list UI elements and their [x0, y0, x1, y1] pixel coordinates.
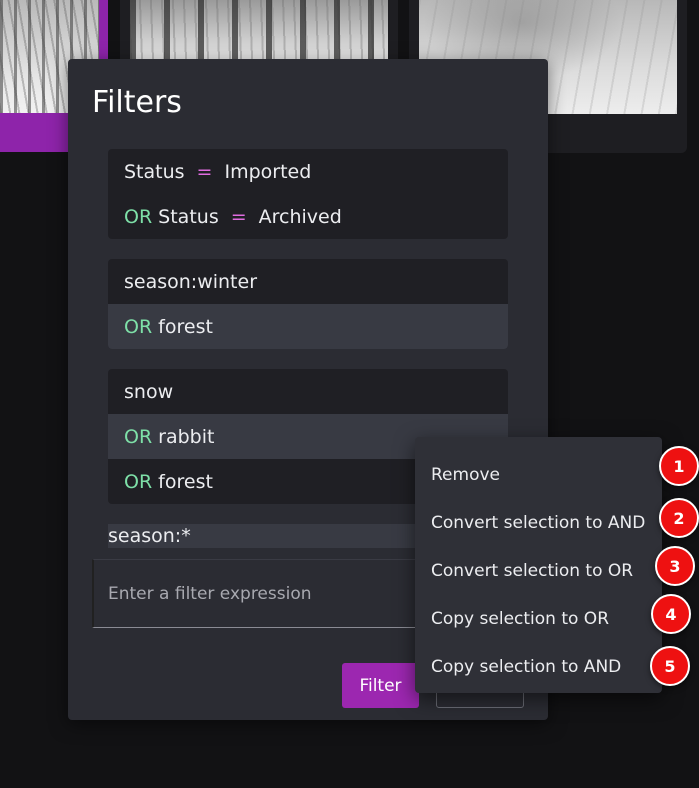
filter-value: Archived: [258, 205, 342, 228]
annotation-badge-1: 1: [659, 446, 699, 486]
menu-item-convert-to-and[interactable]: Convert selection to AND: [415, 499, 662, 547]
filter-expression-input[interactable]: [92, 559, 422, 628]
filter-group-1: Status = Imported OR Status = Archived: [108, 149, 508, 239]
or-operator: OR: [124, 470, 153, 493]
filter-field: Status: [158, 205, 219, 228]
or-operator: OR: [124, 205, 153, 228]
filter-field: Status: [124, 160, 185, 183]
filter-row[interactable]: Status = Imported: [108, 149, 508, 194]
filter-term: forest: [158, 315, 213, 338]
filter-term: rabbit: [158, 425, 215, 448]
annotation-badge-2: 2: [659, 498, 699, 538]
pending-expression[interactable]: season:*: [108, 524, 418, 548]
menu-item-copy-to-or[interactable]: Copy selection to OR: [415, 595, 662, 643]
filter-button[interactable]: Filter: [342, 663, 419, 708]
annotation-badge-3: 3: [655, 546, 695, 586]
filter-row[interactable]: OR Status = Archived: [108, 194, 508, 239]
dialog-title: Filters: [92, 85, 182, 120]
filter-term: snow: [124, 380, 174, 403]
filter-row[interactable]: season:winter: [108, 259, 508, 304]
or-operator: OR: [124, 425, 153, 448]
equals-operator: =: [230, 205, 247, 228]
filter-term: season:winter: [124, 270, 258, 293]
filter-term: forest: [158, 470, 213, 493]
menu-item-copy-to-and[interactable]: Copy selection to AND: [415, 643, 662, 691]
menu-item-remove[interactable]: Remove: [415, 451, 662, 499]
annotation-badge-4: 4: [651, 594, 691, 634]
annotation-badge-5: 5: [650, 646, 690, 686]
context-menu: Remove Convert selection to AND Convert …: [415, 437, 662, 693]
gallery-photo-2: [130, 0, 388, 60]
filter-row[interactable]: snow: [108, 369, 508, 414]
equals-operator: =: [196, 160, 213, 183]
menu-item-convert-to-or[interactable]: Convert selection to OR: [415, 547, 662, 595]
filter-value: Imported: [224, 160, 312, 183]
or-operator: OR: [124, 315, 153, 338]
filter-group-2: season:winter OR forest: [108, 259, 508, 349]
filter-row-selected[interactable]: OR forest: [108, 304, 508, 349]
